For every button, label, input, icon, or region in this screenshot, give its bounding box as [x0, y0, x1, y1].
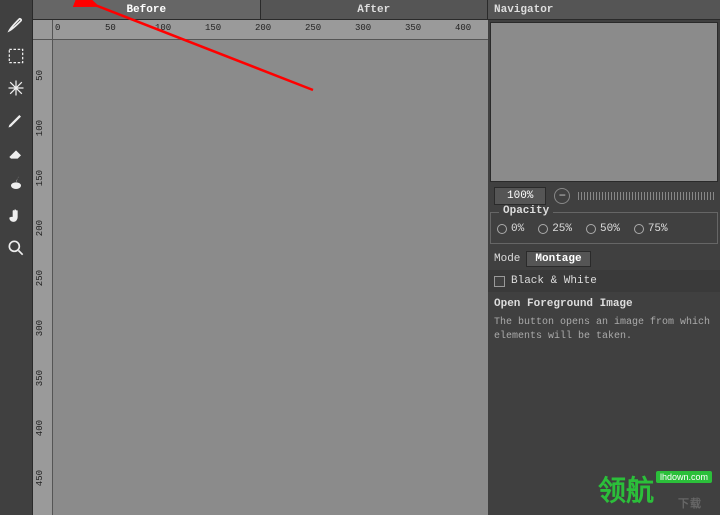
ruler-tick: 250	[35, 270, 45, 286]
zoom-out-button[interactable]: −	[554, 188, 570, 204]
ruler-tick: 400	[35, 420, 45, 436]
right-panel: Navigator 100% − Opacity 0% 25% 50% 75% Mod…	[488, 0, 720, 515]
black-white-label: Black & White	[511, 275, 597, 287]
ruler-tick: 350	[405, 23, 421, 33]
opacity-group: Opacity 0%25%50%75%	[490, 212, 718, 244]
transform-tool[interactable]	[4, 76, 28, 100]
ruler-tick: 350	[35, 370, 45, 386]
opacity-value: 0%	[511, 223, 524, 235]
ruler-tick: 450	[35, 470, 45, 486]
ruler-tick: 200	[255, 23, 271, 33]
checkbox-icon	[494, 276, 505, 287]
zoom-value[interactable]: 100%	[494, 187, 546, 205]
tab-before[interactable]: Before	[33, 0, 261, 19]
ruler-tick: 300	[35, 320, 45, 336]
pencil-tool[interactable]	[4, 108, 28, 132]
open-foreground-title: Open Foreground Image	[488, 292, 720, 316]
opacity-radio[interactable]: 0%	[497, 223, 524, 235]
brush-tool[interactable]	[4, 12, 28, 36]
hand-tool[interactable]	[4, 204, 28, 228]
opacity-radio[interactable]: 50%	[586, 223, 620, 235]
black-white-checkbox[interactable]: Black & White	[488, 270, 720, 292]
watermark-sub: 下载	[678, 495, 702, 511]
tool-palette	[0, 0, 33, 515]
smudge-tool[interactable]	[4, 172, 28, 196]
main-area: Before After 0 50 100 150 200 250 300 350 400 50…	[33, 0, 488, 515]
watermark: 领航 lhdown.com 下载	[598, 469, 712, 509]
opacity-value: 25%	[552, 223, 572, 235]
opacity-radio[interactable]: 75%	[634, 223, 668, 235]
ruler-tick: 50	[35, 70, 45, 81]
ruler-tick: 150	[205, 23, 221, 33]
mode-select[interactable]: Montage	[526, 251, 590, 267]
opacity-value: 75%	[648, 223, 668, 235]
mode-row: Mode Montage	[488, 248, 720, 270]
ruler-vertical: 50 100 150 200 250 300 350 400 450	[33, 40, 53, 515]
view-tabs: Before After	[33, 0, 488, 20]
tab-after[interactable]: After	[261, 0, 489, 19]
ruler-tick: 250	[305, 23, 321, 33]
opacity-value: 50%	[600, 223, 620, 235]
watermark-badge: lhdown.com	[656, 471, 712, 483]
ruler-tick: 50	[105, 23, 116, 33]
canvas[interactable]	[53, 40, 488, 515]
canvas-wrap: 0 50 100 150 200 250 300 350 400 50 100 150 200 250 3…	[33, 20, 488, 515]
radio-icon	[586, 224, 596, 234]
ruler-tick: 400	[455, 23, 471, 33]
ruler-tick: 0	[55, 23, 60, 33]
zoom-slider[interactable]	[578, 192, 714, 200]
eraser-tool[interactable]	[4, 140, 28, 164]
ruler-tick: 200	[35, 220, 45, 236]
ruler-tick: 150	[35, 170, 45, 186]
ruler-tick: 100	[155, 23, 171, 33]
zoom-tool[interactable]	[4, 236, 28, 260]
marquee-tool[interactable]	[4, 44, 28, 68]
opacity-label: Opacity	[499, 205, 553, 217]
ruler-horizontal: 0 50 100 150 200 250 300 350 400	[53, 20, 488, 40]
mode-label: Mode	[494, 253, 520, 265]
radio-icon	[497, 224, 507, 234]
ruler-corner	[33, 20, 53, 40]
ruler-tick: 300	[355, 23, 371, 33]
radio-icon	[634, 224, 644, 234]
opacity-radio[interactable]: 25%	[538, 223, 572, 235]
radio-icon	[538, 224, 548, 234]
ruler-tick: 100	[35, 120, 45, 136]
navigator-preview[interactable]	[490, 22, 718, 182]
open-foreground-desc: The button opens an image from which ele…	[488, 316, 720, 354]
navigator-header: Navigator	[488, 0, 720, 20]
watermark-text: 领航	[598, 469, 654, 509]
